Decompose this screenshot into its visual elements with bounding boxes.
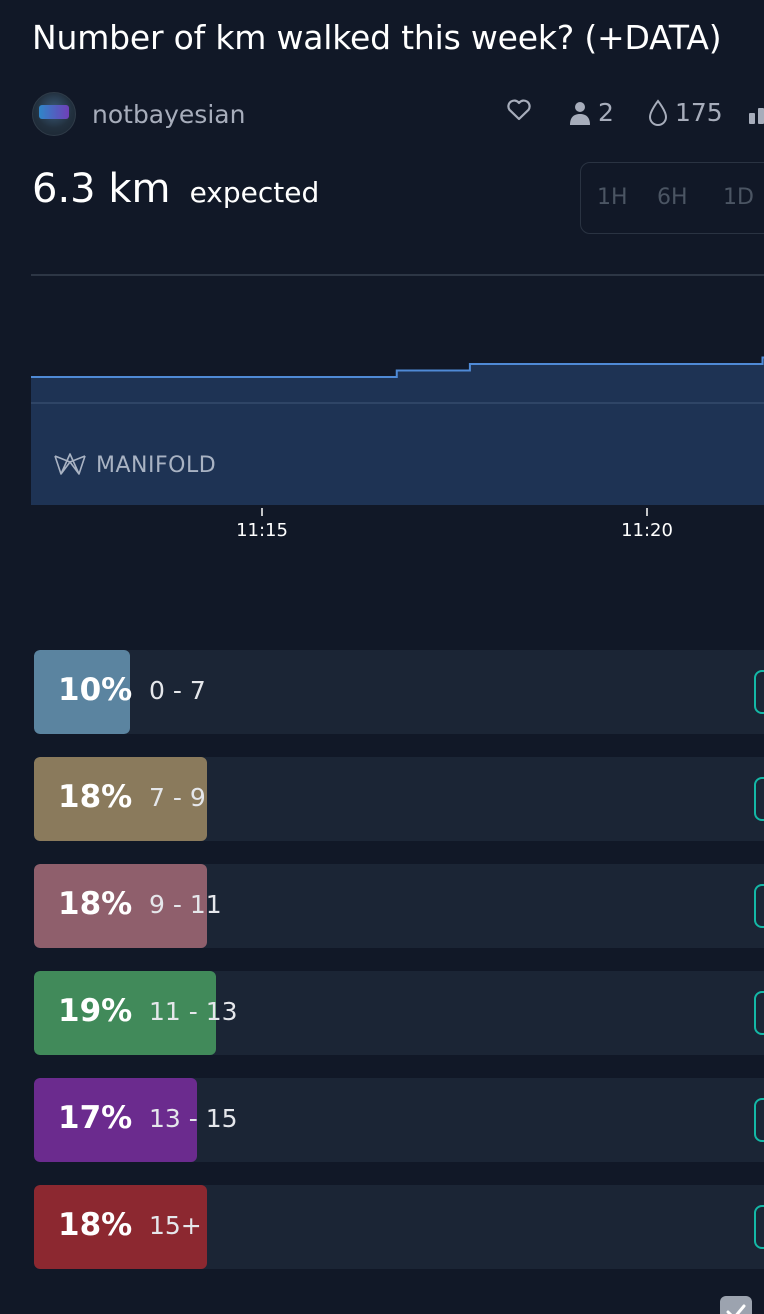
answer-row[interactable]: 18% 9 - 11 [34,864,764,948]
answer-row[interactable]: 18% 7 - 9 [34,757,764,841]
answer-percent: 18% [58,1207,133,1243]
bet-button[interactable] [754,1205,764,1249]
bet-button[interactable] [754,1098,764,1142]
answer-label: 15+ [149,1211,202,1240]
answer-percent: 18% [58,779,133,815]
tab-1d[interactable]: 1D [723,185,754,210]
answer-label: 0 - 7 [149,676,206,705]
drop-icon [648,98,668,126]
bet-button[interactable] [754,884,764,928]
chart-toggle[interactable] [748,106,764,124]
answer-percent: 18% [58,886,133,922]
time-range-selector: 1H 6H 1D [580,162,764,234]
market-page: { "title": "Number of km walked this wee… [0,0,764,1314]
expected-value-label: expected [189,176,320,209]
creator-avatar[interactable] [32,92,76,136]
user-icon [570,101,590,125]
answer-percent: 17% [58,1100,133,1136]
answer-row[interactable]: 10% 0 - 7 [34,650,764,734]
volume-count: 175 [675,98,723,127]
bar-chart-icon [749,108,764,124]
answer-row[interactable]: 19% 11 - 13 [34,971,764,1055]
avatar-image [39,105,69,119]
answer-label: 13 - 15 [149,1104,238,1133]
tab-6h[interactable]: 6H [657,185,688,210]
bet-button[interactable] [754,777,764,821]
like-button[interactable] [506,98,532,122]
chart-x-axis: 11:15 11:20 [236,508,673,541]
volume-stat[interactable]: 175 [647,98,723,127]
expected-value-number: 6.3 km [32,166,171,212]
watermark-text: MANIFOLD [96,452,217,478]
answer-label: 7 - 9 [149,783,206,812]
answer-percent: 10% [58,672,133,708]
answer-label: 9 - 11 [149,890,222,919]
manifold-logo-icon [54,453,86,475]
answer-row[interactable]: 17% 13 - 15 [34,1078,764,1162]
x-tick-label: 11:20 [621,520,673,541]
creator-name[interactable]: notbayesian [92,100,245,129]
price-chart[interactable]: 11:15 11:20 [31,270,764,550]
answer-row[interactable]: 18% 15+ [34,1185,764,1269]
manifold-watermark: MANIFOLD [52,452,216,478]
heart-icon [507,99,531,121]
bet-button[interactable] [754,991,764,1035]
answer-percent: 19% [58,993,133,1029]
traders-count: 2 [598,98,614,127]
traders-stat[interactable]: 2 [568,98,614,127]
expected-value: 6.3 km expected [32,166,319,212]
market-meta: notbayesian 2 175 [32,92,764,136]
tab-1h[interactable]: 1H [597,185,628,210]
bet-button[interactable] [754,670,764,714]
checkbox[interactable] [720,1296,752,1314]
x-tick-label: 11:15 [236,520,288,541]
answer-label: 11 - 13 [149,997,238,1026]
check-icon [726,1304,746,1314]
chart-area [31,357,764,505]
market-title: Number of km walked this week? (+DATA) [32,18,722,57]
